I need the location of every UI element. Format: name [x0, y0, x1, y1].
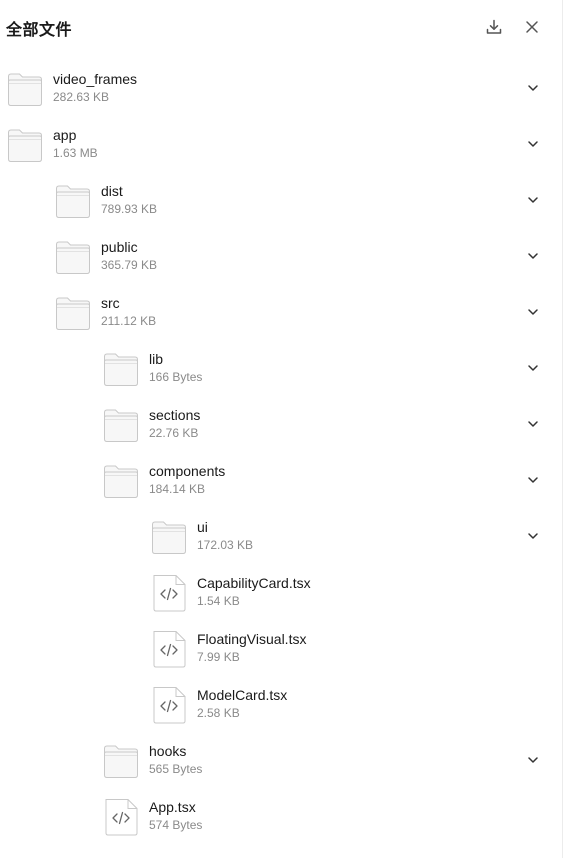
chevron-down-icon: [528, 141, 538, 147]
expand-toggle[interactable]: [522, 413, 544, 435]
code-file-icon: [150, 629, 188, 668]
code-file-icon: [150, 573, 188, 612]
chevron-down-icon: [528, 309, 538, 315]
code-file-icon: [150, 685, 188, 724]
folder-row[interactable]: sections 22.76 KB: [0, 405, 562, 461]
item-name: dist: [101, 183, 123, 199]
item-name: ModelCard.tsx: [197, 687, 288, 703]
expand-toggle[interactable]: [522, 357, 544, 379]
item-name: FloatingVisual.tsx: [197, 631, 307, 647]
expand-toggle[interactable]: [522, 245, 544, 267]
item-size: 211.12 KB: [101, 314, 157, 328]
item-size: 22.76 KB: [149, 426, 199, 440]
folder-icon: [6, 126, 44, 164]
item-size: 789.93 KB: [101, 202, 158, 216]
item-name: app: [53, 127, 77, 143]
file-tree: video_frames 282.63 KB app 1.63 MB dist 789.9…: [0, 0, 562, 858]
folder-icon: [54, 238, 92, 276]
folder-row[interactable]: hooks 565 Bytes: [0, 741, 562, 797]
expand-toggle[interactable]: [522, 525, 544, 547]
folder-row[interactable]: dist 789.93 KB: [0, 181, 562, 237]
item-name: public: [101, 239, 138, 255]
item-size: 365.79 KB: [101, 258, 158, 272]
file-row[interactable]: CapabilityCard.tsx 1.54 KB: [0, 573, 562, 629]
folder-icon: [102, 742, 140, 780]
folder-row[interactable]: app 1.63 MB: [0, 125, 562, 181]
item-name: src: [101, 295, 120, 311]
item-size: 2.58 KB: [197, 706, 240, 720]
file-row[interactable]: ModelCard.tsx 2.58 KB: [0, 685, 562, 741]
chevron-down-icon: [528, 477, 538, 483]
file-panel: 全部文件 video_frames 282.63 KB app 1.63 MB dist…: [0, 0, 563, 858]
folder-icon: [102, 406, 140, 444]
chevron-down-icon: [528, 533, 538, 539]
item-size: 1.63 MB: [53, 146, 98, 160]
folder-icon: [54, 182, 92, 220]
folder-icon: [102, 350, 140, 388]
item-size: 282.63 KB: [53, 90, 110, 104]
folder-row[interactable]: ui 172.03 KB: [0, 517, 562, 573]
item-name: CapabilityCard.tsx: [197, 575, 311, 591]
folder-icon: [54, 294, 92, 332]
file-row[interactable]: App.tsx 574 Bytes: [0, 797, 562, 853]
item-name: components: [149, 463, 226, 479]
item-name: ui: [197, 519, 208, 535]
item-size: 574 Bytes: [149, 818, 203, 832]
expand-toggle[interactable]: [522, 77, 544, 99]
folder-icon: [150, 518, 188, 556]
item-size: 184.14 KB: [149, 482, 206, 496]
folder-row[interactable]: lib 166 Bytes: [0, 349, 562, 405]
chevron-down-icon: [528, 365, 538, 371]
item-name: video_frames: [53, 71, 138, 87]
item-name: App.tsx: [149, 799, 196, 815]
item-size: 172.03 KB: [197, 538, 254, 552]
item-name: lib: [149, 351, 164, 367]
chevron-down-icon: [528, 197, 538, 203]
item-size: 7.99 KB: [197, 650, 240, 664]
folder-icon: [6, 70, 44, 108]
expand-toggle[interactable]: [522, 189, 544, 211]
expand-toggle[interactable]: [522, 133, 544, 155]
item-size: 565 Bytes: [149, 762, 203, 776]
chevron-down-icon: [528, 85, 538, 91]
chevron-down-icon: [528, 757, 538, 763]
folder-row[interactable]: src 211.12 KB: [0, 293, 562, 349]
expand-toggle[interactable]: [522, 749, 544, 771]
folder-row[interactable]: video_frames 282.63 KB: [0, 69, 562, 125]
folder-row[interactable]: public 365.79 KB: [0, 237, 562, 293]
chevron-down-icon: [528, 421, 538, 427]
chevron-down-icon: [528, 253, 538, 259]
item-name: sections: [149, 407, 201, 423]
code-file-icon: [102, 797, 140, 836]
item-size: 1.54 KB: [197, 594, 240, 608]
file-row[interactable]: FloatingVisual.tsx 7.99 KB: [0, 629, 562, 685]
folder-row[interactable]: components 184.14 KB: [0, 461, 562, 517]
expand-toggle[interactable]: [522, 301, 544, 323]
item-size: 166 Bytes: [149, 370, 203, 384]
folder-icon: [102, 462, 140, 500]
item-name: hooks: [149, 743, 187, 759]
expand-toggle[interactable]: [522, 469, 544, 491]
